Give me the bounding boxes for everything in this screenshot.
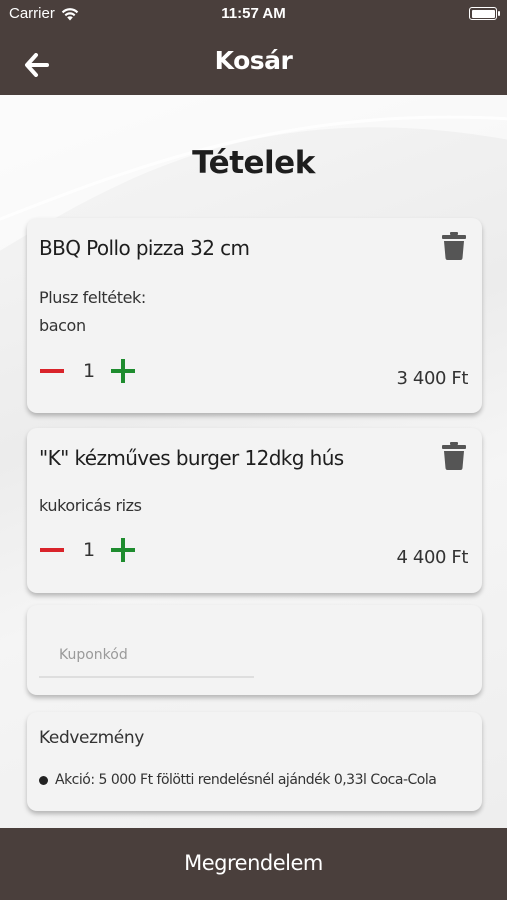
coupon-underline bbox=[39, 676, 254, 678]
bullet-icon bbox=[39, 775, 48, 785]
item-name: "K" kézműves burger 12dkg hús bbox=[39, 446, 344, 470]
order-button[interactable]: Megrendelem bbox=[0, 828, 507, 900]
page-title: Kosár bbox=[214, 46, 293, 75]
decrease-quantity-button[interactable] bbox=[40, 360, 64, 382]
nav-bar: Kosár bbox=[0, 28, 507, 95]
decrease-quantity-button[interactable] bbox=[40, 539, 64, 561]
minus-icon bbox=[40, 369, 64, 373]
discount-text: Akció: 5 000 Ft fölötti rendelésnél aján… bbox=[55, 772, 437, 788]
battery-icon bbox=[469, 7, 500, 20]
trash-icon[interactable] bbox=[442, 442, 466, 470]
item-name: BBQ Pollo pizza 32 cm bbox=[39, 236, 250, 260]
increase-quantity-button[interactable] bbox=[111, 538, 135, 562]
cart-item-card: BBQ Pollo pizza 32 cm Plusz feltétek: ba… bbox=[27, 218, 482, 413]
status-time: 11:57 AM bbox=[221, 5, 286, 22]
item-price: 4 400 Ft bbox=[396, 547, 469, 568]
discount-title: Kedvezmény bbox=[39, 728, 144, 748]
status-bar: Carrier 11:57 AM bbox=[0, 0, 507, 28]
item-extras-label: Plusz feltétek: bbox=[39, 288, 146, 307]
item-extras: bacon bbox=[39, 316, 86, 335]
coupon-input[interactable] bbox=[39, 635, 254, 675]
trash-icon[interactable] bbox=[442, 232, 466, 260]
item-extras: kukoricás rizs bbox=[39, 496, 142, 515]
order-button-label: Megrendelem bbox=[184, 851, 323, 875]
coupon-card bbox=[27, 605, 482, 695]
minus-icon bbox=[40, 548, 64, 552]
discount-card: Kedvezmény Akció: 5 000 Ft fölötti rende… bbox=[27, 712, 482, 811]
cart-content[interactable]: Tételek BBQ Pollo pizza 32 cm Plusz felt… bbox=[0, 95, 507, 828]
items-heading: Tételek bbox=[192, 145, 315, 181]
increase-quantity-button[interactable] bbox=[111, 359, 135, 383]
cart-item-card: "K" kézműves burger 12dkg hús kukoricás … bbox=[27, 428, 482, 593]
item-price: 3 400 Ft bbox=[396, 368, 469, 389]
discount-item: Akció: 5 000 Ft fölötti rendelésnél aján… bbox=[39, 772, 437, 788]
item-quantity: 1 bbox=[83, 539, 96, 561]
item-quantity: 1 bbox=[83, 360, 96, 382]
